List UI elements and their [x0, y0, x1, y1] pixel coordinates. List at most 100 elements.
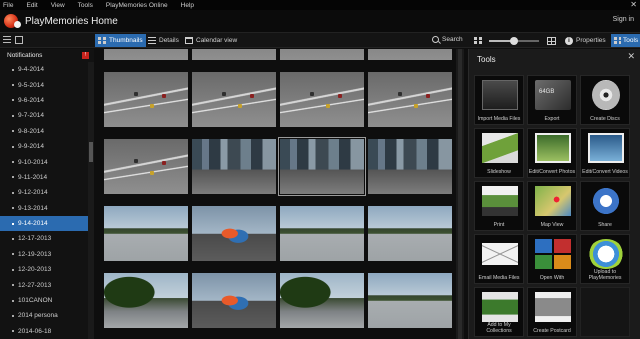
photo-thumbnail[interactable] [192, 206, 276, 261]
sidebar-date-item[interactable]: 9-11-2014 [0, 170, 88, 185]
menu-edit[interactable]: Edit [26, 2, 37, 9]
tools-button[interactable]: Tools [611, 34, 640, 47]
menu-help[interactable]: Help [181, 2, 194, 9]
menu-list-icon[interactable] [3, 36, 11, 44]
empty-tool-slot [580, 287, 630, 337]
thumbnails-view-button[interactable]: Thumbnails [95, 34, 146, 47]
tool-label: Share [598, 222, 612, 228]
photo-thumbnail[interactable] [192, 72, 276, 127]
photo-thumbnail[interactable] [280, 273, 364, 328]
photo-thumbnail[interactable] [280, 206, 364, 261]
tool-open-with[interactable]: Open With [527, 234, 577, 284]
tool-playmemories[interactable]: Upload to PlayMemories [580, 234, 630, 284]
photo-thumbnail[interactable] [278, 137, 366, 196]
sidebar-date-item[interactable]: 9-10-2014 [0, 154, 88, 169]
monitor-icon[interactable] [15, 36, 23, 44]
tool-share[interactable]: Share [580, 181, 630, 231]
thumbnail-grid [94, 49, 468, 339]
search-label: Search [442, 36, 463, 43]
bullet-icon [12, 330, 14, 333]
tool-export[interactable]: 64GB Export [527, 75, 577, 125]
tool-postcard[interactable]: Create Postcard [527, 287, 577, 337]
tool-collections[interactable]: Add to My Collections [474, 287, 524, 337]
sidebar: Notifications ! 9-4-2014 9-5-2014 9-6-2014… [0, 49, 94, 339]
window-close-icon[interactable]: ✕ [630, 0, 637, 9]
tool-map[interactable]: Map View [527, 181, 577, 231]
sign-in-link[interactable]: Sign in [613, 16, 634, 23]
photo-thumbnail[interactable] [368, 72, 452, 127]
sidebar-date-item[interactable]: 9-4-2014 [0, 62, 88, 77]
sidebar-date-item[interactable]: 2014 persona [0, 308, 88, 323]
tool-label: Map View [540, 222, 564, 228]
notifications-item[interactable]: Notifications ! [0, 49, 94, 61]
tools-panel-close-icon[interactable]: ✕ [627, 51, 635, 62]
sidebar-date-item[interactable]: 9-5-2014 [0, 77, 88, 92]
tools-panel-title: Tools [477, 55, 496, 64]
bullet-icon [12, 99, 14, 102]
grid-scroll-thumb[interactable] [458, 49, 462, 339]
collections-icon [482, 292, 518, 322]
photo-thumbnail[interactable] [192, 139, 276, 194]
tool-edit-videos[interactable]: Edit/Convert Videos [580, 128, 630, 178]
sidebar-date-item[interactable]: 9-12-2014 [0, 185, 88, 200]
photo-thumbnail[interactable] [280, 72, 364, 127]
menu-view[interactable]: View [51, 2, 65, 9]
photo-thumbnail[interactable] [280, 49, 364, 60]
bullet-icon [12, 145, 14, 148]
sidebar-date-label: 9-12-2014 [18, 189, 48, 197]
sidebar-date-label: 101CANON [18, 297, 53, 305]
sidebar-date-item[interactable]: 9-9-2014 [0, 139, 88, 154]
photo-thumbnail[interactable] [368, 139, 452, 194]
sidebar-scroll-thumb[interactable] [89, 142, 93, 162]
menu-bar: File Edit View Tools PlayMemories Online… [0, 0, 640, 10]
tool-disc[interactable]: Create Discs [580, 75, 630, 125]
sidebar-date-item[interactable]: 12-19-2013 [0, 247, 88, 262]
menu-file[interactable]: File [3, 2, 13, 9]
thumbnail-size-slider[interactable] [489, 37, 539, 45]
photo-thumbnail[interactable] [192, 273, 276, 328]
photo-thumbnail[interactable] [368, 49, 452, 60]
properties-button[interactable]: i Properties [565, 34, 606, 47]
sidebar-date-item[interactable]: 9-6-2014 [0, 93, 88, 108]
photo-thumbnail[interactable] [104, 139, 188, 194]
notifications-label: Notifications [7, 51, 43, 59]
sidebar-date-item[interactable]: 9-8-2014 [0, 124, 88, 139]
bullet-icon [12, 130, 14, 133]
sidebar-date-item[interactable]: 2014-06-18 [0, 324, 88, 339]
photo-thumbnail[interactable] [104, 49, 188, 60]
calendar-view-button[interactable]: Calendar view [182, 34, 240, 47]
slider-handle[interactable] [510, 37, 518, 45]
cyclist-figure [134, 92, 138, 96]
search-button[interactable]: Search [432, 36, 463, 43]
sidebar-date-item[interactable]: 12-27-2013 [0, 277, 88, 292]
photo-thumbnail[interactable] [192, 49, 276, 60]
sidebar-date-item[interactable]: 12-17-2013 [0, 231, 88, 246]
small-thumbnails-icon[interactable] [474, 37, 482, 44]
bullet-icon [12, 237, 14, 240]
tool-print[interactable]: Print [474, 181, 524, 231]
tool-slideshow[interactable]: Slideshow [474, 128, 524, 178]
large-thumbnails-icon[interactable] [547, 37, 556, 45]
photo-thumbnail[interactable] [104, 72, 188, 127]
photo-thumbnail[interactable] [368, 273, 452, 328]
tool-import[interactable]: Import Media Files [474, 75, 524, 125]
bullet-icon [12, 222, 14, 225]
calendar-view-label: Calendar view [196, 37, 238, 44]
cyclist-figure [398, 92, 402, 96]
sidebar-date-item[interactable]: 9-14-2014 [0, 215, 88, 232]
menu-playmemories-online[interactable]: PlayMemories Online [106, 2, 168, 9]
sidebar-date-item[interactable]: 9-13-2014 [0, 201, 88, 216]
photo-thumbnail[interactable] [104, 273, 188, 328]
menu-tools[interactable]: Tools [78, 2, 93, 9]
photo-thumbnail[interactable] [104, 206, 188, 261]
sidebar-date-item[interactable]: 12-20-2013 [0, 262, 88, 277]
tool-edit-photos[interactable]: Edit/Convert Photos [527, 128, 577, 178]
photo-thumbnail[interactable] [368, 206, 452, 261]
tool-label: Open With [539, 275, 565, 281]
sidebar-date-item[interactable]: 9-7-2014 [0, 108, 88, 123]
grid-scrollbar[interactable] [456, 49, 464, 339]
cyclist-figure [150, 171, 154, 175]
sidebar-date-item[interactable]: 101CANON [0, 293, 88, 308]
details-view-button[interactable]: Details [145, 34, 182, 47]
tool-mail[interactable]: Email Media Files [474, 234, 524, 284]
